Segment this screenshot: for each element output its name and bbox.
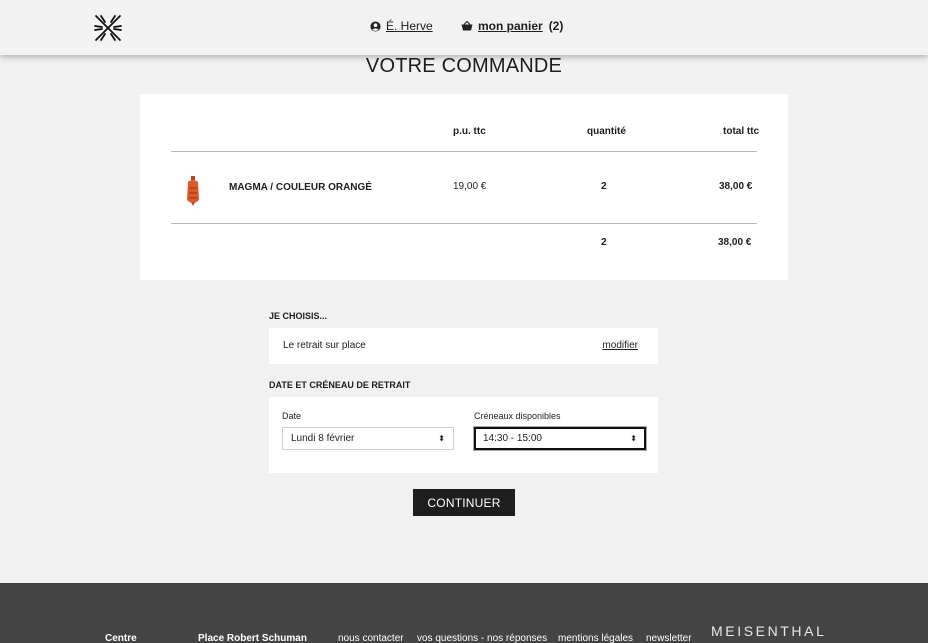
continue-button[interactable]: CONTINUER [413,489,515,516]
time-slot-select[interactable]: 14:30 - 15:00 ⬍ [474,427,646,450]
slot-selection-box: Date Lundi 8 février ⬍ Créneaux disponib… [269,397,658,473]
date-label: Date [282,411,302,421]
footer-link-newsletter[interactable]: newsletter [646,633,692,643]
product-unit-price: 19,00 € [453,181,487,192]
select-arrows-icon: ⬍ [630,433,637,443]
column-header-quantity: quantité [587,126,626,137]
footer-address: Place Robert Schuman [198,633,307,643]
user-circle-icon [370,20,381,32]
page-title: VOTRE COMMANDE [365,55,563,77]
table-divider-bottom [171,223,757,224]
date-select[interactable]: Lundi 8 février ⬍ [282,427,454,450]
column-header-unit-price: p.u. ttc [453,126,486,137]
site-header: É. Herve mon panier (2) [0,0,928,55]
summary-quantity: 2 [601,237,607,248]
slot-section-label: DATE ET CRÉNEAU DE RETRAIT [269,380,411,390]
select-arrows-icon: ⬍ [438,433,445,443]
cart-link[interactable]: mon panier (2) [461,19,563,33]
product-thumbnail[interactable] [185,176,201,206]
summary-total: 38,00 € [718,237,752,248]
time-slot-select-value: 14:30 - 15:00 [483,433,542,444]
basket-icon [461,21,473,31]
footer-link-faq[interactable]: vos questions - nos réponses [417,633,547,643]
footer-centre: Centre [105,633,137,643]
account-name: É. Herve [386,19,433,33]
pickup-method-box: Le retrait sur place modifier [269,328,658,364]
choice-section-label: JE CHOISIS... [269,311,328,321]
cart-count: (2) [548,19,564,33]
footer-brand-logo[interactable]: MEISENTHAL [711,623,826,639]
product-quantity: 2 [601,181,607,192]
product-name: MAGMA / COULEUR ORANGÉ [229,182,372,193]
footer-link-legal[interactable]: mentions légales [558,633,633,643]
product-total: 38,00 € [719,181,753,192]
site-footer: Centre Place Robert Schuman nous contact… [0,583,928,643]
modify-link[interactable]: modifier [602,340,638,351]
account-link[interactable]: É. Herve [370,19,433,33]
footer-link-contact[interactable]: nous contacter [338,633,404,643]
date-select-value: Lundi 8 février [291,433,355,444]
column-header-total: total ttc [723,126,760,137]
table-divider-top [171,151,757,152]
pickup-method-text: Le retrait sur place [283,340,366,351]
slot-label: Créneaux disponibles [474,411,561,421]
cart-label: mon panier [478,19,543,33]
site-logo-icon[interactable] [92,12,124,44]
